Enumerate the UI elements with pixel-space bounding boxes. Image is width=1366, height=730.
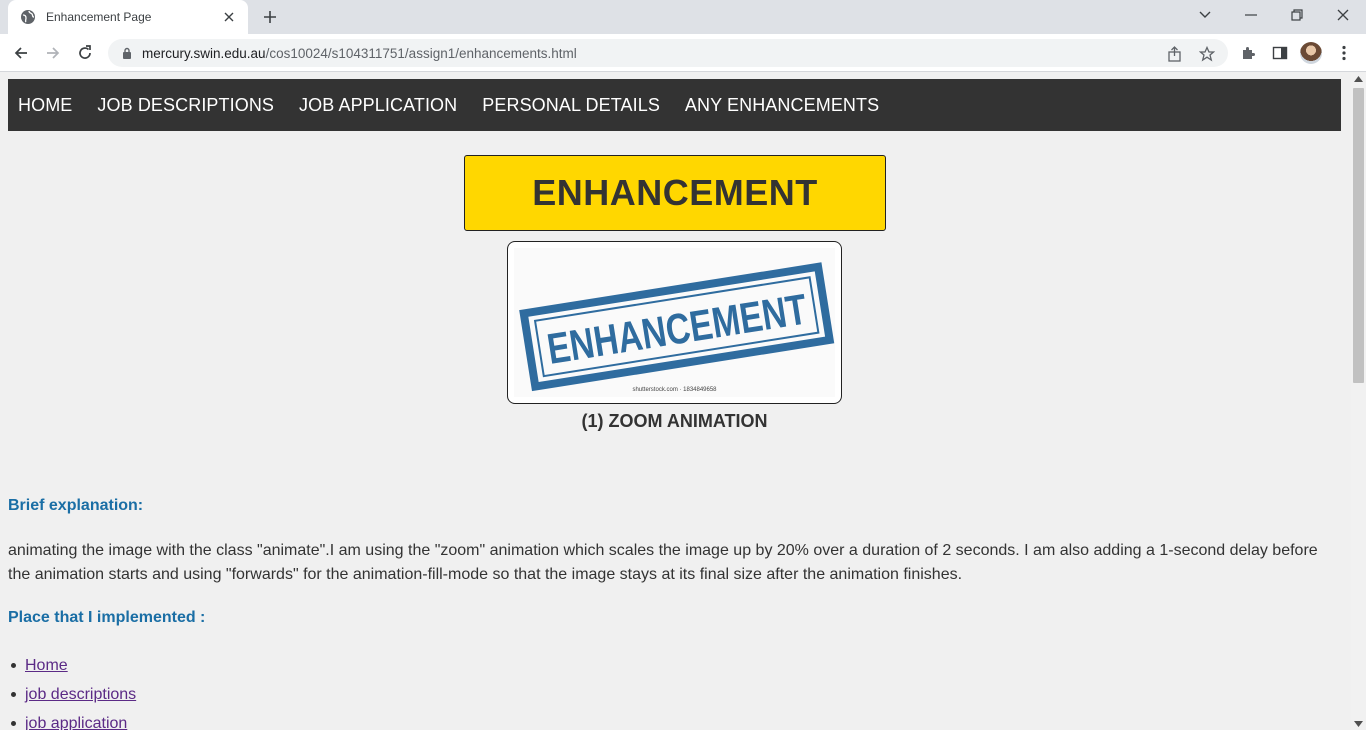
list-item: Home	[8, 651, 136, 680]
image-credit: shutterstock.com · 1834849658	[632, 387, 717, 393]
scrollbar-thumb[interactable]	[1353, 88, 1364, 383]
minimize-icon[interactable]	[1228, 2, 1274, 28]
close-window-icon[interactable]	[1320, 2, 1366, 28]
bookmark-star-icon[interactable]	[1198, 45, 1216, 63]
side-panel-icon[interactable]	[1270, 43, 1290, 63]
job-application-page-link[interactable]: job application	[25, 709, 127, 730]
enhancement-image-frame: ENHANCEMENT shutterstock.com · 183484965…	[507, 241, 842, 404]
implemented-places-heading: Place that I implemented :	[8, 609, 206, 626]
implemented-pages-list: Home job descriptions job application	[8, 651, 136, 730]
job-descriptions-page-link[interactable]: job descriptions	[25, 680, 136, 709]
explanation-heading: Brief explanation:	[8, 497, 144, 514]
browser-tab[interactable]: Enhancement Page	[8, 0, 248, 34]
nav-any-enhancements-link[interactable]: ANY ENHANCEMENTS	[685, 95, 879, 116]
stamp-graphic: ENHANCEMENT	[519, 262, 835, 392]
close-tab-icon[interactable]	[220, 8, 238, 26]
bullet-icon	[11, 692, 16, 697]
nav-job-descriptions-link[interactable]: JOB DESCRIPTIONS	[97, 95, 274, 116]
url-text[interactable]: mercury.swin.edu.au/cos10024/s104311751/…	[142, 46, 577, 61]
reload-icon[interactable]	[72, 41, 98, 65]
page-banner: ENHANCEMENT	[464, 155, 886, 231]
vertical-scrollbar[interactable]	[1351, 73, 1366, 730]
url-host: mercury.swin.edu.au	[142, 45, 266, 61]
scroll-down-arrow-icon[interactable]	[1354, 721, 1363, 727]
page-title: ENHANCEMENT	[532, 172, 818, 213]
tab-strip: Enhancement Page	[0, 0, 1366, 34]
enhancement-stamp-image: ENHANCEMENT shutterstock.com · 183484965…	[514, 248, 835, 397]
page-viewport: HOME JOB DESCRIPTIONS JOB APPLICATION PE…	[0, 73, 1366, 730]
url-path: /cos10024/s104311751/assign1/enhancement…	[265, 45, 577, 61]
browser-toolbar: mercury.swin.edu.au/cos10024/s104311751/…	[0, 34, 1366, 72]
lock-icon[interactable]	[120, 46, 134, 60]
extensions-puzzle-icon[interactable]	[1238, 43, 1258, 63]
share-icon[interactable]	[1166, 45, 1184, 63]
restore-icon[interactable]	[1274, 2, 1320, 28]
globe-icon	[20, 9, 36, 25]
site-navbar: HOME JOB DESCRIPTIONS JOB APPLICATION PE…	[8, 79, 1341, 131]
nav-personal-details-link[interactable]: PERSONAL DETAILS	[482, 95, 660, 116]
tab-title: Enhancement Page	[46, 10, 152, 24]
image-caption: (1) ZOOM ANIMATION	[581, 411, 768, 431]
new-tab-icon[interactable]	[258, 6, 282, 28]
list-item: job descriptions	[8, 680, 136, 709]
home-page-link[interactable]: Home	[25, 651, 68, 680]
kebab-menu-icon[interactable]	[1334, 43, 1354, 63]
scroll-up-arrow-icon[interactable]	[1354, 76, 1363, 82]
address-bar[interactable]: mercury.swin.edu.au/cos10024/s104311751/…	[108, 39, 1228, 67]
bullet-icon	[11, 721, 16, 726]
tab-search-icon[interactable]	[1182, 2, 1228, 28]
list-item: job application	[8, 709, 136, 730]
forward-arrow-icon[interactable]	[40, 41, 66, 65]
profile-avatar[interactable]	[1300, 42, 1322, 64]
bullet-icon	[11, 663, 16, 668]
back-arrow-icon[interactable]	[8, 41, 34, 65]
nav-home-link[interactable]: HOME	[18, 95, 72, 116]
explanation-paragraph: animating the image with the class "anim…	[8, 542, 1318, 583]
nav-job-application-link[interactable]: JOB APPLICATION	[299, 95, 457, 116]
